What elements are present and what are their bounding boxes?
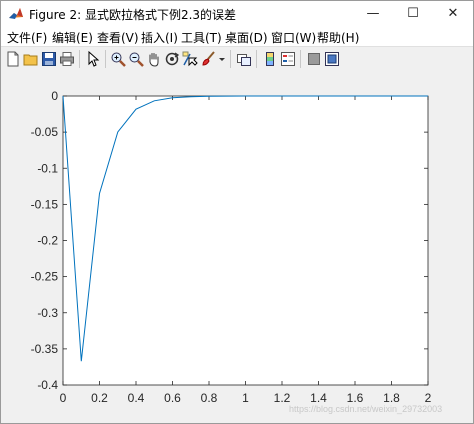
menu-file[interactable]: 文件(F) [7, 29, 47, 46]
toolbar-separator [105, 50, 106, 68]
close-button[interactable]: ✕ [433, 1, 473, 27]
brush-icon[interactable] [201, 51, 217, 67]
minimize-button[interactable]: — [353, 1, 393, 27]
colorbar-icon[interactable] [262, 51, 278, 67]
toolbar-separator [230, 50, 231, 68]
open-file-icon[interactable] [23, 51, 39, 67]
x-tick-label: 1 [242, 391, 249, 405]
menu-window[interactable]: 窗口(W) [271, 29, 316, 46]
matlab-app-icon [8, 6, 24, 22]
brush-dropdown-icon[interactable] [218, 51, 226, 67]
figure-toolbar [1, 46, 473, 72]
y-tick-label: -0.25 [31, 270, 59, 284]
rotate-3d-icon[interactable] [164, 51, 180, 67]
x-tick-label: 2 [425, 391, 432, 405]
zoom-in-icon[interactable] [110, 51, 126, 67]
pointer-icon[interactable] [85, 51, 101, 67]
hide-plot-tools-icon[interactable] [306, 51, 322, 67]
print-icon[interactable] [59, 51, 75, 67]
axes-box [62, 95, 429, 386]
legend-icon[interactable] [280, 51, 296, 67]
y-tick-label: 0 [51, 89, 58, 103]
y-tick-label: -0.05 [31, 125, 59, 139]
menu-tools[interactable]: 工具(T) [181, 29, 222, 46]
window-title: Figure 2: 显式欧拉格式下例2.3的误差 [29, 8, 237, 22]
y-tick-label: -0.1 [37, 161, 58, 175]
menu-help[interactable]: 帮助(H) [317, 29, 359, 46]
y-tick-label: -0.15 [31, 197, 59, 211]
figure-window: Figure 2: 显式欧拉格式下例2.3的误差 — ☐ ✕ 文件(F) 编辑(… [0, 0, 474, 424]
x-tick-label: 0.4 [128, 391, 145, 405]
data-cursor-icon[interactable] [182, 51, 198, 67]
menu-view[interactable]: 查看(V) [97, 29, 139, 46]
x-tick-label: 1.4 [310, 391, 327, 405]
menu-desktop[interactable]: 桌面(D) [225, 29, 268, 46]
maximize-button[interactable]: ☐ [393, 1, 433, 27]
zoom-out-icon[interactable] [128, 51, 144, 67]
save-icon[interactable] [41, 51, 57, 67]
x-tick-label: 1.8 [383, 391, 400, 405]
link-plot-icon[interactable] [236, 51, 252, 67]
toolbar-separator [79, 50, 80, 68]
x-tick-label: 0 [60, 391, 67, 405]
x-tick-label: 0.6 [164, 391, 181, 405]
plot-canvas[interactable]: 0 -0.05 -0.1 -0.15 -0.2 -0.25 -0.3 -0.35 -0.4 0 0… [1, 71, 473, 423]
show-plot-tools-icon[interactable] [324, 51, 340, 67]
x-tick-label: 0.2 [91, 391, 108, 405]
menu-insert[interactable]: 插入(I) [141, 29, 178, 46]
y-tick-label: -0.2 [37, 234, 58, 248]
y-tick-label: -0.3 [37, 306, 58, 320]
pan-hand-icon[interactable] [146, 51, 162, 67]
x-tick-label: 0.8 [201, 391, 218, 405]
title-bar: Figure 2: 显式欧拉格式下例2.3的误差 — ☐ ✕ [1, 1, 473, 27]
watermark-text: https://blog.csdn.net/weixin_29732003 [289, 404, 443, 414]
toolbar-separator [300, 50, 301, 68]
y-tick-label: -0.35 [31, 342, 59, 356]
menu-bar: 文件(F) 编辑(E) 查看(V) 插入(I) 工具(T) 桌面(D) 窗口(W… [1, 27, 473, 46]
x-tick-label: 1.2 [274, 391, 291, 405]
toolbar-separator [256, 50, 257, 68]
menu-edit[interactable]: 编辑(E) [52, 29, 93, 46]
y-tick-label: -0.4 [37, 378, 58, 392]
new-figure-icon[interactable] [5, 51, 21, 67]
x-tick-label: 1.6 [347, 391, 364, 405]
